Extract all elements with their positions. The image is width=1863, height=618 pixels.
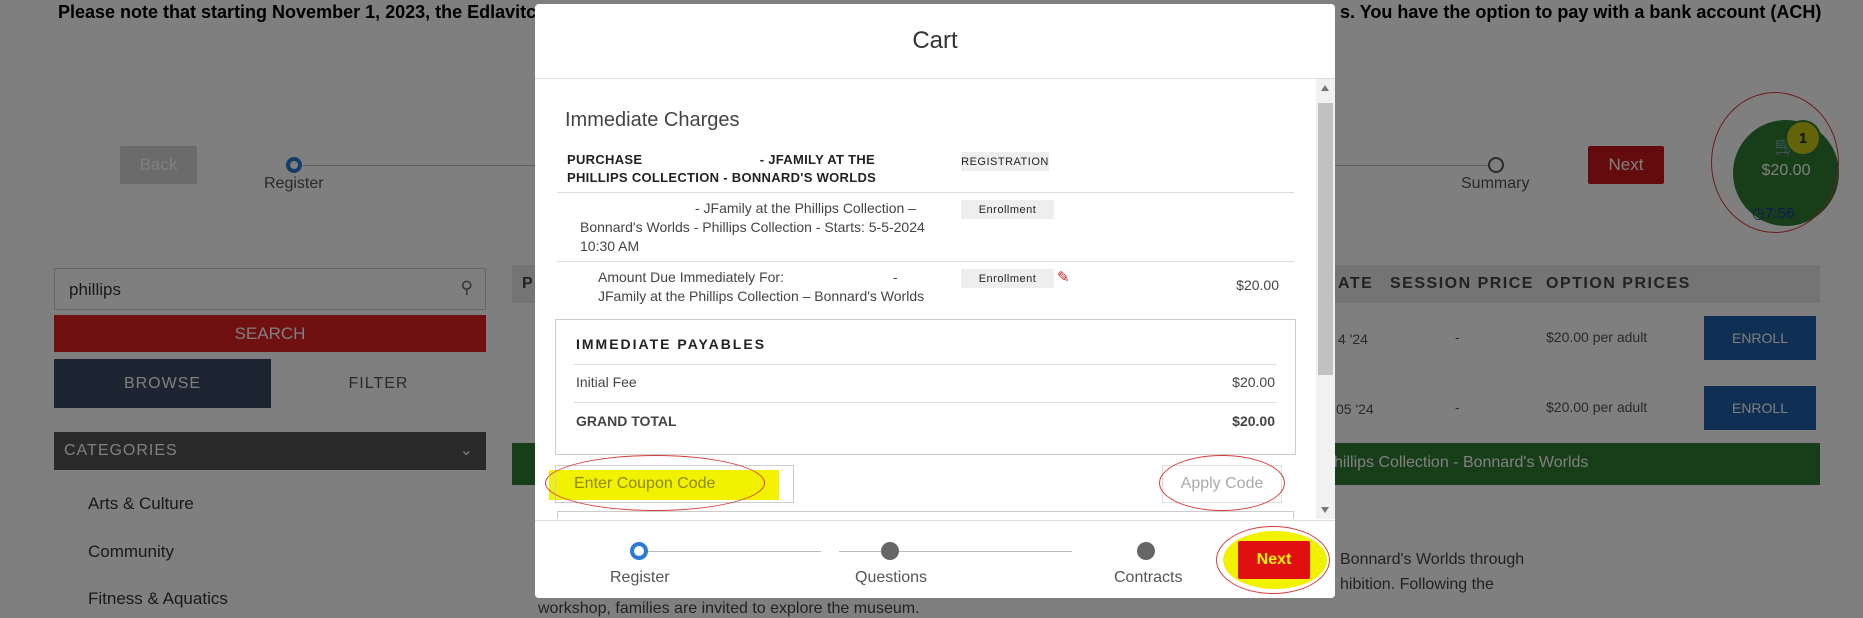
modal-title: Cart <box>535 4 1335 79</box>
amount-due-value: $20.00 <box>1236 277 1279 293</box>
edit-icon[interactable]: ✎ <box>1057 268 1070 286</box>
scroll-down-icon[interactable] <box>1321 507 1329 513</box>
divider <box>557 261 1294 262</box>
purchase-title-line: PHILLIPS COLLECTION - BONNARD'S WORLDS <box>567 170 877 185</box>
divider <box>574 364 1277 365</box>
enrollment-line-2: Bonnard's Worlds - Phillips Collection -… <box>580 219 925 235</box>
cart-modal: Cart Immediate Charges PURCHASE - JFAMIL… <box>535 4 1335 598</box>
annotation-ring-coupon <box>545 455 765 511</box>
progress-line <box>839 551 1072 552</box>
next-section-border <box>557 511 1294 519</box>
grand-total-label: GRAND TOTAL <box>576 413 677 429</box>
amount-due-line-1: Amount Due Immediately For: - <box>598 269 898 285</box>
enrollment-line-1: - JFamily at the Phillips Collection – <box>695 200 916 216</box>
enrollment-tag: Enrollment <box>961 269 1054 288</box>
purchase-title: PURCHASE - JFAMILY AT THE PHILLIPS COLLE… <box>567 151 876 187</box>
scrollbar-thumb[interactable] <box>1318 103 1333 375</box>
step-contracts-icon <box>1137 542 1155 560</box>
section-title: Immediate Charges <box>565 109 740 131</box>
step-contracts-label: Contracts <box>1114 569 1183 586</box>
annotation-ring-apply <box>1159 455 1285 511</box>
payables-title: IMMEDIATE PAYABLES <box>576 336 767 352</box>
step-register-icon <box>630 542 648 560</box>
progress-line <box>639 551 821 552</box>
amount-due-line-2: JFamily at the Phillips Collection – Bon… <box>598 288 925 304</box>
step-questions-icon <box>881 542 899 560</box>
initial-fee-label: Initial Fee <box>576 374 637 390</box>
modal-body: Immediate Charges PURCHASE - JFAMILY AT … <box>535 79 1335 519</box>
enrollment-line-3: 10:30 AM <box>580 238 640 254</box>
enrollment-tag: Enrollment <box>961 200 1054 219</box>
purchase-title-line: PURCHASE - JFAMILY AT THE <box>567 152 876 167</box>
scroll-up-icon[interactable] <box>1321 85 1329 91</box>
initial-fee-value: $20.00 <box>1232 374 1275 390</box>
annotation-ring-next <box>1216 526 1330 594</box>
step-register-label: Register <box>610 569 670 586</box>
grand-total-value: $20.00 <box>1232 413 1275 429</box>
immediate-payables: IMMEDIATE PAYABLES Initial Fee $20.00 GR… <box>555 319 1296 455</box>
divider <box>574 402 1277 403</box>
registration-tag: REGISTRATION <box>961 152 1049 171</box>
modal-footer: Register Questions Contracts Next <box>535 520 1335 598</box>
step-questions-label: Questions <box>855 569 928 586</box>
divider <box>557 192 1294 193</box>
